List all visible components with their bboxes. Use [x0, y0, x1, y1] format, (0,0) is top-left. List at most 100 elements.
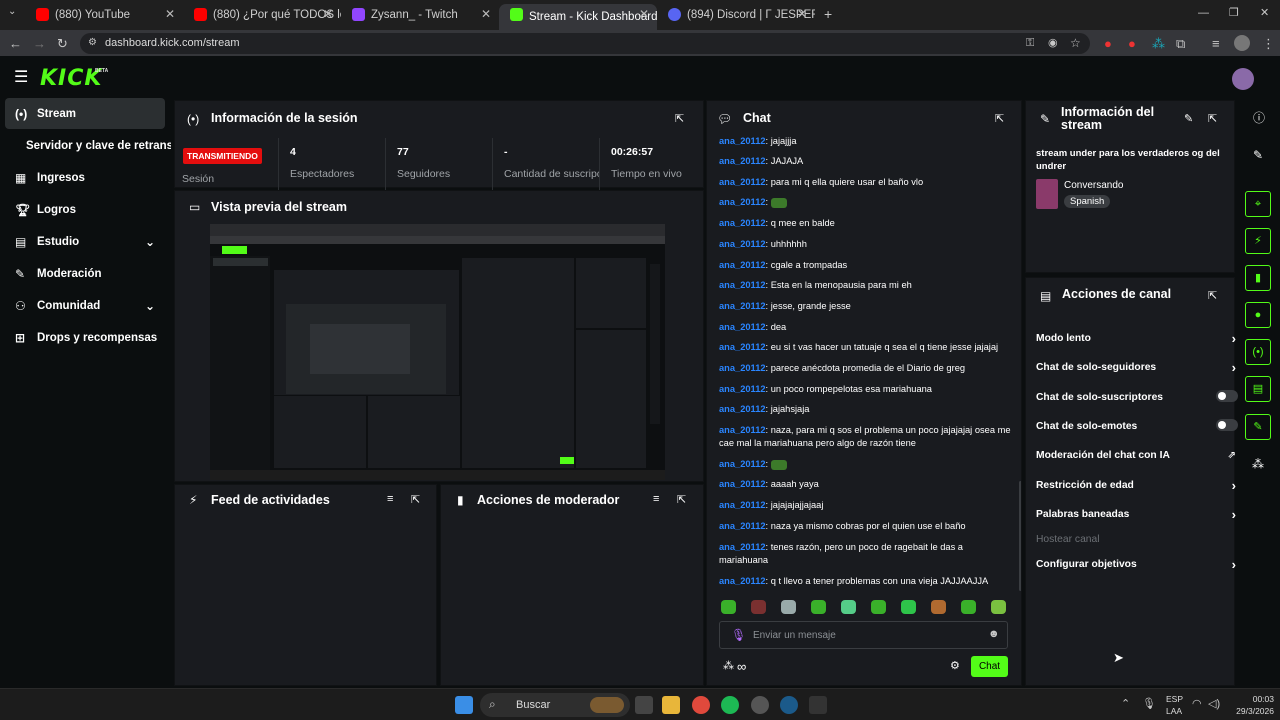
tab-search-icon[interactable]: ⌄ — [8, 7, 16, 17]
chat-username[interactable]: ana_20112 — [719, 218, 766, 228]
emote-quick-icon[interactable] — [841, 600, 856, 614]
chat-username[interactable]: ana_20112 — [719, 322, 766, 332]
user-avatar[interactable] — [1232, 68, 1254, 90]
rail-broadcast-icon[interactable]: (•) — [1245, 339, 1271, 365]
forward-icon[interactable]: → — [33, 37, 46, 50]
chat-username[interactable]: ana_20112 — [719, 459, 766, 469]
windows-start-icon[interactable] — [455, 696, 473, 714]
sidebar-item-moderacion[interactable]: ✎ Moderación — [5, 258, 165, 289]
close-icon[interactable]: ✕ — [323, 7, 333, 21]
popout-icon[interactable]: ⇱ — [675, 112, 684, 125]
popout-icon[interactable]: ⇱ — [1208, 289, 1217, 302]
chat-username[interactable]: ana_20112 — [719, 280, 766, 290]
tab-twitch[interactable]: Zysann_ - Twitch ✕ — [341, 4, 499, 26]
emote-quick-icon[interactable] — [781, 600, 796, 614]
emote-icon[interactable] — [770, 459, 787, 470]
edit-pencil-icon[interactable]: ✎ — [1253, 149, 1263, 161]
emote-icon[interactable] — [770, 197, 787, 208]
popout-icon[interactable]: ⇱ — [411, 493, 420, 506]
tray-mic-icon[interactable]: 🎙︎ — [1142, 699, 1156, 710]
tab-youtube-video[interactable]: (880) ¿Por qué TODOS los ARTI ✕ — [183, 4, 341, 26]
rail-document-icon[interactable]: ▮ — [1245, 265, 1271, 291]
close-icon[interactable]: ✕ — [797, 7, 807, 21]
address-bar[interactable]: ⚙ dashboard.kick.com/stream ⚿ ◉ ☆ — [80, 33, 1090, 54]
chrome-icon[interactable] — [692, 696, 710, 714]
chat-username[interactable]: ana_20112 — [719, 301, 766, 311]
task-view-icon[interactable] — [635, 696, 653, 714]
chat-input[interactable]: 🎙︎ Enviar un mensaje ☻ — [719, 621, 1008, 649]
sidebar-item-stream[interactable]: (•) Stream — [5, 98, 165, 129]
rail-wrench-icon[interactable]: ✎ — [1245, 414, 1271, 440]
sidebar-item-estudio[interactable]: ▤ Estudio ⌄ — [5, 226, 165, 257]
chat-username[interactable]: ana_20112 — [719, 239, 766, 249]
language-indicator[interactable]: ESP — [1166, 694, 1183, 704]
extensions-puzzle-icon[interactable]: ⧉ — [1176, 37, 1185, 50]
users-icon[interactable]: ⁂ — [723, 661, 734, 672]
action-subscribers-only[interactable]: Chat de solo-suscriptores — [1036, 390, 1238, 403]
popout-icon[interactable]: ⇱ — [995, 112, 1004, 125]
send-chat-button[interactable]: Chat — [971, 656, 1008, 677]
tab-youtube[interactable]: (880) YouTube ✕ — [25, 4, 183, 26]
rail-chat-icon[interactable]: ● — [1245, 302, 1271, 328]
action-slow-mode[interactable]: Modo lento › — [1036, 331, 1236, 346]
chat-username[interactable]: ana_20112 — [719, 363, 766, 373]
chat-username[interactable]: ana_20112 — [719, 342, 766, 352]
chat-scrollbar[interactable] — [1019, 481, 1021, 591]
sidebar-item-logros[interactable]: 🏆︎ Logros — [5, 194, 165, 225]
hamburger-menu-icon[interactable]: ☰ — [14, 70, 28, 86]
close-icon[interactable]: ✕ — [639, 7, 649, 21]
rail-bolt-icon[interactable]: ⚡︎ — [1245, 228, 1271, 254]
subscribers-only-toggle[interactable] — [1216, 390, 1238, 402]
popout-icon[interactable]: ⇱ — [1208, 112, 1217, 125]
wifi-icon[interactable]: ◠ — [1192, 699, 1202, 710]
info-icon[interactable]: ⓘ — [1253, 112, 1265, 124]
action-emotes-only[interactable]: Chat de solo-emotes — [1036, 419, 1238, 432]
volume-icon[interactable]: ◁) — [1208, 699, 1220, 710]
chat-username[interactable]: ana_20112 — [719, 521, 766, 531]
reload-icon[interactable]: ↻ — [57, 37, 68, 50]
settings-gear-icon[interactable]: ⚙ — [950, 661, 960, 672]
action-ai-moderation[interactable]: Moderación del chat con IA ⇗ — [1036, 450, 1236, 461]
chat-username[interactable]: ana_20112 — [719, 156, 766, 166]
emotes-only-toggle[interactable] — [1216, 419, 1238, 431]
taskbar-search[interactable]: ⌕ Buscar — [480, 693, 630, 717]
emote-quick-icon[interactable] — [931, 600, 946, 614]
add-users-icon[interactable]: ⁂ — [1252, 458, 1264, 470]
clock-date[interactable]: 29/3/2026 — [1224, 706, 1274, 716]
action-followers-only[interactable]: Chat de solo-seguidores › — [1036, 360, 1236, 375]
emote-quick-icon[interactable] — [991, 600, 1006, 614]
popout-icon[interactable]: ⇱ — [677, 493, 686, 506]
action-banned-words[interactable]: Palabras baneadas › — [1036, 507, 1236, 522]
sidebar-item-server-key[interactable]: Servidor y clave de retransmisión — [5, 130, 171, 161]
sidebar-item-comunidad[interactable]: ⚇ Comunidad ⌄ — [5, 290, 165, 321]
chat-username[interactable]: ana_20112 — [719, 384, 766, 394]
epic-games-icon[interactable] — [809, 696, 827, 714]
kick-logo[interactable]: KICK — [40, 66, 102, 91]
back-icon[interactable]: ← — [9, 37, 22, 50]
eye-off-icon[interactable]: ◉ — [1048, 38, 1058, 49]
edit-pencil-icon[interactable]: ✎ — [1184, 112, 1193, 125]
steam-icon[interactable] — [780, 696, 798, 714]
extension-red-icon[interactable]: ● — [1104, 37, 1112, 50]
action-age-restriction[interactable]: Restricción de edad › — [1036, 478, 1236, 493]
emoji-picker-icon[interactable]: ☻ — [988, 629, 1000, 640]
chat-username[interactable]: ana_20112 — [719, 177, 766, 187]
site-info-icon[interactable]: ⚙ — [88, 38, 97, 48]
profile-avatar-icon[interactable] — [1234, 35, 1250, 51]
chat-username[interactable]: ana_20112 — [719, 425, 766, 435]
extension-translate-icon[interactable]: ⁂ — [1152, 37, 1165, 50]
chat-username[interactable]: ana_20112 — [719, 479, 766, 489]
action-configure-goals[interactable]: Configurar objetivos › — [1036, 557, 1236, 572]
rail-list-icon[interactable]: ▤ — [1245, 376, 1271, 402]
chat-username[interactable]: ana_20112 — [719, 576, 766, 586]
window-close-icon[interactable]: ✕ — [1260, 8, 1269, 19]
chat-username[interactable]: ana_20112 — [719, 542, 766, 552]
tab-kick-dashboard[interactable]: Stream - Kick Dashboard ✕ — [499, 4, 657, 30]
emote-quick-icon[interactable] — [961, 600, 976, 614]
clock-time[interactable]: 00:03 — [1234, 694, 1274, 704]
infinity-icon[interactable]: ∞ — [737, 660, 746, 673]
emote-quick-icon[interactable] — [871, 600, 886, 614]
microphone-icon[interactable]: 🎙︎ — [731, 629, 746, 641]
tab-groups-icon[interactable]: ≡ — [1212, 37, 1220, 50]
file-explorer-icon[interactable] — [662, 696, 680, 714]
